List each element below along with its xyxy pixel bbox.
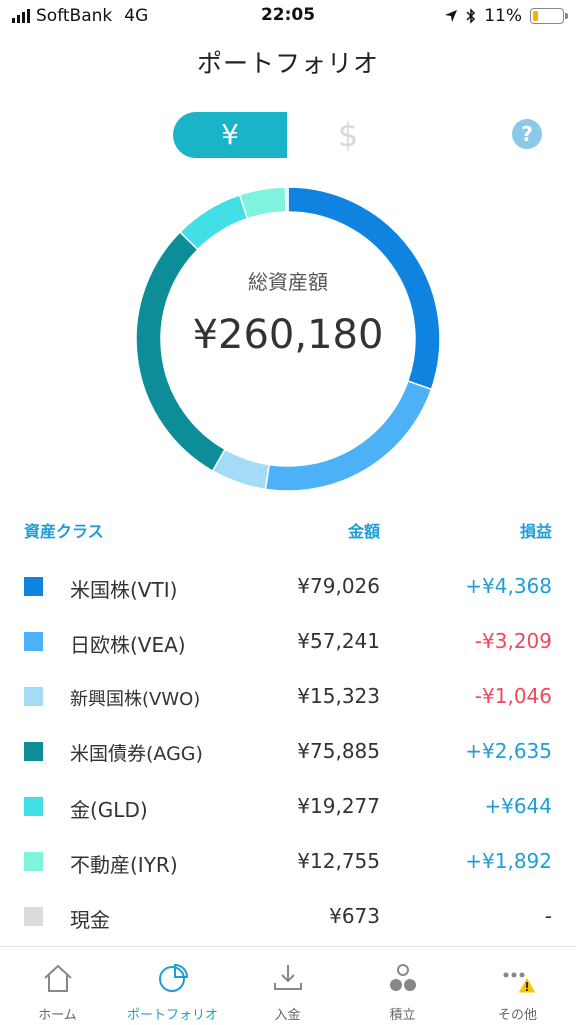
asset-profit-loss: +¥2,635 bbox=[465, 739, 552, 763]
asset-row-agg[interactable]: 米国債券(AGG) ¥75,885 +¥2,635 bbox=[0, 732, 576, 772]
asset-profit-loss: -¥1,046 bbox=[474, 684, 552, 708]
color-swatch bbox=[24, 852, 43, 871]
tab-label: ホーム bbox=[38, 1008, 77, 1023]
more-icon bbox=[503, 972, 535, 994]
tab-home[interactable]: ホーム bbox=[0, 947, 115, 1025]
header-asset-class: 資産クラス bbox=[24, 522, 104, 541]
color-swatch bbox=[24, 907, 43, 926]
asset-amount: ¥15,323 bbox=[297, 684, 380, 708]
color-swatch bbox=[24, 687, 43, 706]
donut-segment-6 bbox=[284, 186, 289, 213]
header-profit-loss: 損益 bbox=[519, 522, 552, 541]
asset-amount: ¥12,755 bbox=[297, 849, 380, 873]
location-icon bbox=[445, 10, 458, 22]
asset-name: 不動産(IYR) bbox=[70, 853, 178, 877]
asset-name: 米国株(VTI) bbox=[70, 578, 178, 602]
donut-segment-5 bbox=[238, 186, 287, 220]
battery-icon bbox=[530, 8, 568, 24]
asset-profit-loss: -¥3,209 bbox=[474, 629, 552, 653]
donut-segment-4 bbox=[178, 193, 249, 251]
asset-amount: ¥57,241 bbox=[297, 629, 380, 653]
status-right: 11% bbox=[444, 6, 568, 26]
asset-row-gld[interactable]: 金(GLD) ¥19,277 +¥644 bbox=[0, 787, 576, 827]
color-swatch bbox=[24, 632, 43, 651]
total-assets-value: ¥260,180 bbox=[192, 312, 384, 358]
asset-profit-loss: +¥644 bbox=[484, 794, 552, 818]
asset-name: 日欧株(VEA) bbox=[70, 633, 186, 657]
currency-toggle: ¥ $ bbox=[173, 112, 403, 158]
tab-deposit[interactable]: 入金 bbox=[230, 947, 345, 1025]
asset-name: 現金 bbox=[70, 908, 110, 932]
tab-label: その他 bbox=[497, 1008, 537, 1023]
page-title: ポートフォリオ bbox=[196, 49, 379, 78]
asset-amount: ¥673 bbox=[329, 904, 380, 928]
portfolio-pie-icon bbox=[159, 963, 189, 992]
tab-accumulate[interactable]: 積立 bbox=[345, 947, 460, 1025]
tab-label: 積立 bbox=[389, 1008, 416, 1023]
donut-segment-1 bbox=[264, 380, 433, 492]
battery-percent: 11% bbox=[484, 6, 522, 26]
deposit-icon bbox=[274, 965, 302, 990]
asset-amount: ¥19,277 bbox=[297, 794, 380, 818]
asset-table-header: 資産クラス 金額 損益 bbox=[0, 518, 576, 542]
asset-amount: ¥75,885 bbox=[297, 739, 380, 763]
currency-yen-button[interactable]: ¥ bbox=[173, 112, 287, 158]
color-swatch bbox=[24, 742, 43, 761]
asset-row-vti[interactable]: 米国株(VTI) ¥79,026 +¥4,368 bbox=[0, 567, 576, 607]
status-bar: SoftBank 4G 22:05 11% bbox=[0, 0, 576, 34]
tab-label: ポートフォリオ bbox=[126, 1008, 218, 1023]
bluetooth-icon bbox=[466, 8, 476, 24]
asset-row-vwo[interactable]: 新興国株(VWO) ¥15,323 -¥1,046 bbox=[0, 677, 576, 717]
home-icon bbox=[44, 964, 72, 992]
color-swatch bbox=[24, 577, 43, 596]
tab-portfolio[interactable]: ポートフォリオ bbox=[115, 947, 230, 1025]
asset-name: 新興国株(VWO) bbox=[70, 689, 201, 710]
help-icon[interactable]: ? bbox=[512, 119, 542, 149]
total-assets-label: 総資産額 bbox=[248, 270, 328, 294]
asset-profit-loss: - bbox=[544, 904, 552, 928]
asset-name: 米国債券(AGG) bbox=[70, 743, 203, 765]
asset-row-vea[interactable]: 日欧株(VEA) ¥57,241 -¥3,209 bbox=[0, 622, 576, 662]
tab-more[interactable]: その他 bbox=[460, 947, 575, 1025]
tab-bar: ホーム ポートフォリオ 入金 積立 その他 bbox=[0, 946, 576, 1025]
asset-name: 金(GLD) bbox=[70, 798, 148, 822]
color-swatch bbox=[24, 797, 43, 816]
tab-label: 入金 bbox=[274, 1008, 301, 1023]
asset-row-iyr[interactable]: 不動産(IYR) ¥12,755 +¥1,892 bbox=[0, 842, 576, 882]
asset-amount: ¥79,026 bbox=[297, 574, 380, 598]
asset-row-cash[interactable]: 現金 ¥673 - bbox=[0, 897, 576, 937]
currency-usd-button[interactable]: $ bbox=[323, 112, 373, 158]
accumulate-icon bbox=[390, 964, 416, 991]
asset-profit-loss: +¥1,892 bbox=[465, 849, 552, 873]
header-amount: 金額 bbox=[347, 522, 380, 541]
asset-profit-loss: +¥4,368 bbox=[465, 574, 552, 598]
